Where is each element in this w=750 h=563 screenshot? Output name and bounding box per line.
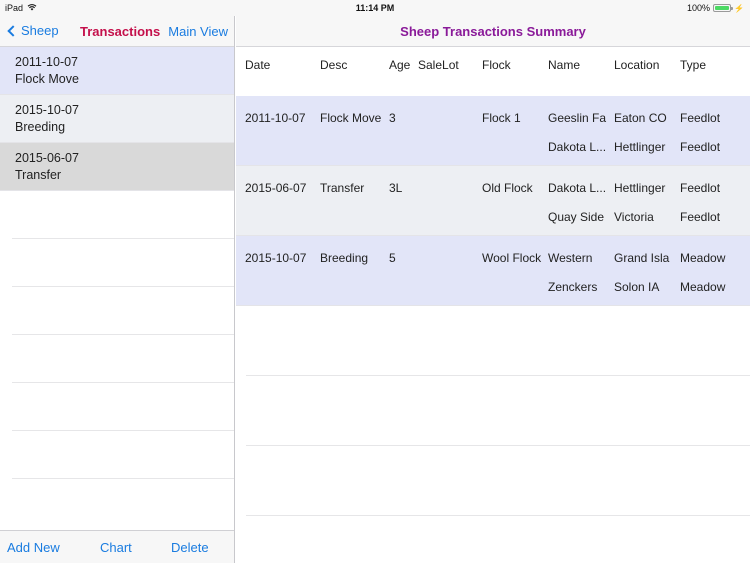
back-button[interactable]: Sheep bbox=[6, 23, 59, 38]
cell-date: 2015-06-07 bbox=[245, 181, 307, 195]
cell-desc: Transfer bbox=[320, 181, 365, 195]
cell-location: Victoria bbox=[614, 210, 654, 224]
cell-age: 5 bbox=[389, 251, 396, 265]
cell-date: 2011-10-07 bbox=[245, 111, 306, 125]
empty-list-row bbox=[12, 191, 234, 239]
cell-type: Meadow bbox=[680, 251, 726, 265]
cell-location: Hettlinger bbox=[614, 140, 666, 154]
summary-table: Date Desc Age SaleLot Flock Name Locatio… bbox=[236, 47, 750, 516]
cell-name: Quay Side bbox=[548, 210, 605, 224]
cell-name: Dakota L... bbox=[548, 181, 607, 195]
cell-flock: Old Flock bbox=[482, 181, 533, 195]
charging-icon: ⚡ bbox=[734, 3, 744, 13]
list-item-desc: Transfer bbox=[15, 168, 62, 182]
bottom-toolbar: Add New Chart Delete bbox=[0, 530, 234, 563]
cell-flock: Flock 1 bbox=[482, 111, 521, 125]
list-item[interactable]: 2015-10-07 Breeding bbox=[0, 95, 234, 143]
add-new-button[interactable]: Add New bbox=[7, 540, 60, 555]
cell-type: Feedlot bbox=[680, 210, 721, 224]
header-date: Date bbox=[245, 58, 271, 72]
cell-name: Zenckers bbox=[548, 280, 598, 294]
battery-percent: 100% bbox=[687, 3, 711, 13]
header-type: Type bbox=[680, 58, 707, 72]
battery-fill bbox=[715, 6, 730, 10]
status-time: 11:14 PM bbox=[355, 3, 395, 13]
table-row[interactable]: 2011-10-07 Flock Move 3 Flock 1 Geeslin … bbox=[236, 96, 750, 166]
header-flock: Flock bbox=[482, 58, 511, 72]
empty-list-row bbox=[12, 239, 234, 287]
cell-date: 2015-10-07 bbox=[245, 251, 307, 265]
empty-list-row bbox=[12, 383, 234, 431]
cell-desc: Breeding bbox=[320, 251, 369, 265]
list-item-desc: Breeding bbox=[15, 120, 66, 134]
cell-name: Dakota L... bbox=[548, 140, 607, 154]
cell-flock: Wool Flock bbox=[482, 251, 542, 265]
list-item[interactable]: 2011-10-07 Flock Move bbox=[0, 47, 234, 95]
cell-desc: Flock Move bbox=[320, 111, 382, 125]
cell-age: 3L bbox=[389, 181, 403, 195]
header-salelot: SaleLot bbox=[418, 58, 459, 72]
empty-list-row bbox=[12, 431, 234, 479]
table-header: Date Desc Age SaleLot Flock Name Locatio… bbox=[236, 47, 750, 96]
empty-table-row bbox=[246, 376, 750, 446]
cell-location: Hettlinger bbox=[614, 181, 666, 195]
cell-location: Eaton CO bbox=[614, 111, 667, 125]
list-item-desc: Flock Move bbox=[15, 72, 79, 86]
back-button-label: Sheep bbox=[21, 23, 59, 38]
right-navigation-bar: Sheep Transactions Summary bbox=[236, 16, 750, 47]
delete-button[interactable]: Delete bbox=[171, 540, 209, 555]
cell-location: Solon IA bbox=[614, 280, 660, 294]
table-row[interactable]: 2015-06-07 Transfer 3L Old Flock Dakota … bbox=[236, 166, 750, 236]
cell-name: Western bbox=[548, 251, 593, 265]
cell-type: Meadow bbox=[680, 280, 726, 294]
summary-title: Sheep Transactions Summary bbox=[400, 24, 586, 39]
main-view-button[interactable]: Main View bbox=[168, 24, 228, 39]
list-item-date: 2015-10-07 bbox=[15, 103, 79, 117]
empty-list-row bbox=[12, 335, 234, 383]
detail-pane: Sheep Transactions Summary Date Desc Age… bbox=[236, 16, 750, 563]
header-desc: Desc bbox=[320, 58, 348, 72]
cell-type: Feedlot bbox=[680, 111, 721, 125]
list-item-date: 2011-10-07 bbox=[15, 55, 79, 69]
cell-name: Geeslin Fa bbox=[548, 111, 607, 125]
header-age: Age bbox=[389, 58, 411, 72]
list-item[interactable]: 2015-06-07 Transfer bbox=[0, 143, 234, 191]
cell-type: Feedlot bbox=[680, 181, 721, 195]
header-location: Location bbox=[614, 58, 660, 72]
status-right: 100% ⚡ bbox=[687, 3, 744, 13]
cell-location: Grand Isla bbox=[614, 251, 670, 265]
status-bar: iPad 11:14 PM 100% ⚡ bbox=[0, 0, 750, 16]
cell-age: 3 bbox=[389, 111, 396, 125]
chevron-left-icon bbox=[7, 24, 19, 37]
cell-type: Feedlot bbox=[680, 140, 721, 154]
empty-list-row bbox=[12, 287, 234, 335]
master-pane: Sheep Transactions Main View 2011-10-07 … bbox=[0, 16, 235, 563]
left-navigation-bar: Sheep Transactions Main View bbox=[0, 16, 234, 47]
left-nav-title: Transactions bbox=[80, 24, 161, 39]
empty-table-row bbox=[246, 306, 750, 376]
table-row[interactable]: 2015-10-07 Breeding 5 Wool Flock Western… bbox=[236, 236, 750, 306]
transaction-list: 2011-10-07 Flock Move 2015-10-07 Breedin… bbox=[0, 47, 234, 479]
chart-button[interactable]: Chart bbox=[100, 540, 132, 555]
empty-table-row bbox=[246, 446, 750, 516]
battery-icon bbox=[713, 4, 734, 12]
header-name: Name bbox=[548, 58, 581, 72]
list-item-date: 2015-06-07 bbox=[15, 151, 79, 165]
